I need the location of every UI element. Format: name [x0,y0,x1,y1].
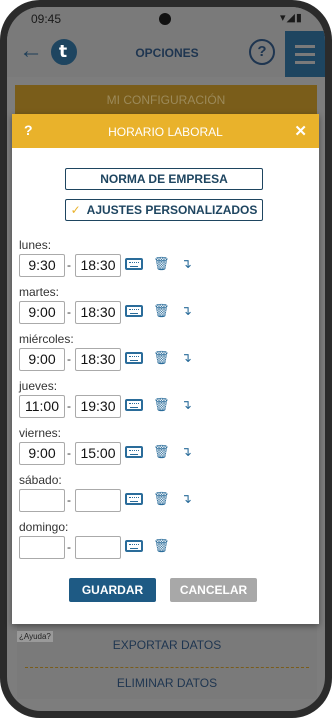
menu-bar-icon [295,61,315,64]
keyboard-icon[interactable] [125,493,143,505]
page-title: OPCIONES [135,46,199,60]
export-data-button[interactable]: EXPORTAR DATOS [17,633,317,657]
trash-icon[interactable]: 🗑 [153,397,170,413]
start-time-input[interactable] [19,489,65,512]
time-separator: - [67,399,71,413]
day-row-saturday: sábado: - 🗑 ↴ [19,473,309,521]
company-norm-button[interactable]: NORMA DE EMPRESA [65,168,263,190]
close-icon[interactable]: ✕ [294,122,307,140]
trash-icon[interactable]: 🗑 [153,256,170,272]
cancel-button[interactable]: CANCELAR [170,578,257,602]
end-time-input[interactable] [75,489,121,512]
app-bar: ← t OPCIONES ? [7,31,325,77]
end-time-input[interactable]: 18:30 [75,301,121,324]
day-label: sábado: [19,473,62,487]
day-label: viernes: [19,426,62,440]
end-time-input[interactable] [75,536,121,559]
end-time-input[interactable]: 15:00 [75,442,121,465]
dialog-help-button[interactable]: ? [24,122,33,138]
status-bar: 09:45 ▾◢▮ [7,7,325,31]
copy-down-icon[interactable]: ↴ [181,491,192,507]
end-time-input[interactable]: 18:30 [75,254,121,277]
keyboard-icon[interactable] [125,540,143,552]
menu-bar-icon [295,53,315,56]
copy-down-icon[interactable]: ↴ [181,303,192,319]
delete-data-button[interactable]: ELIMINAR DATOS [17,671,317,695]
check-icon: ✓ [70,203,81,217]
day-row-monday: lunes: 9:30 - 18:30 🗑 ↴ [19,238,309,286]
day-row-sunday: domingo: - 🗑 [19,520,309,568]
keyboard-icon[interactable] [125,352,143,364]
copy-down-icon[interactable]: ↴ [181,444,192,460]
camera-icon [159,13,171,25]
status-icons: ▾◢▮ [279,12,303,24]
keyboard-icon[interactable] [125,258,143,270]
trash-icon[interactable]: 🗑 [153,538,170,554]
day-row-thursday: jueves: 11:00 - 19:30 🗑 ↴ [19,379,309,427]
day-label: domingo: [19,520,69,534]
copy-down-icon[interactable]: ↴ [181,350,192,366]
custom-settings-button[interactable]: ✓ AJUSTES PERSONALIZADOS [65,199,263,221]
day-label: jueves: [19,379,58,393]
day-label: martes: [19,285,60,299]
end-time-input[interactable]: 18:30 [75,348,121,371]
start-time-input[interactable]: 9:00 [19,348,65,371]
keyboard-icon[interactable] [125,446,143,458]
keyboard-icon[interactable] [125,399,143,411]
phone-frame: 09:45 ▾◢▮ ← t OPCIONES ? MI CONFIGURACIÓ… [0,0,332,718]
start-time-input[interactable]: 11:00 [19,395,65,418]
day-label: lunes: [19,238,52,252]
menu-bar-icon [295,45,315,48]
app-logo-icon: t [51,39,77,65]
time-separator: - [67,352,71,366]
trash-icon[interactable]: 🗑 [153,350,170,366]
start-time-input[interactable]: 9:00 [19,442,65,465]
menu-button[interactable] [285,31,325,77]
day-label: miércoles: [19,332,74,346]
time-separator: - [67,305,71,319]
back-arrow-icon[interactable]: ← [19,39,43,63]
start-time-input[interactable]: 9:00 [19,301,65,324]
end-time-input[interactable]: 19:30 [75,395,121,418]
help-button[interactable]: ? [249,39,275,65]
my-configuration-button[interactable]: MI CONFIGURACIÓN [15,85,317,115]
dialog-title: HORARIO LABORAL [108,125,223,139]
save-button[interactable]: GUARDAR [69,578,156,602]
logo-letter: t [59,42,68,62]
copy-down-icon[interactable]: ↴ [181,256,192,272]
keyboard-icon[interactable] [125,305,143,317]
time-separator: - [67,258,71,272]
work-schedule-dialog: ? HORARIO LABORAL ✕ NORMA DE EMPRESA ✓ AJ… [12,114,319,624]
day-row-friday: viernes: 9:00 - 15:00 🗑 ↴ [19,426,309,474]
dialog-header: ? HORARIO LABORAL ✕ [12,114,319,148]
time-separator: - [67,493,71,507]
data-actions-panel: ¿Ayuda? EXPORTAR DATOS ELIMINAR DATOS [17,625,317,699]
custom-settings-label: AJUSTES PERSONALIZADOS [86,203,258,217]
divider [25,667,309,668]
copy-down-icon[interactable]: ↴ [181,397,192,413]
trash-icon[interactable]: 🗑 [153,303,170,319]
start-time-input[interactable] [19,536,65,559]
time-separator: - [67,446,71,460]
trash-icon[interactable]: 🗑 [153,491,170,507]
time-separator: - [67,540,71,554]
trash-icon[interactable]: 🗑 [153,444,170,460]
start-time-input[interactable]: 9:30 [19,254,65,277]
status-time: 09:45 [31,12,62,26]
day-row-tuesday: martes: 9:00 - 18:30 🗑 ↴ [19,285,309,333]
day-row-wednesday: miércoles: 9:00 - 18:30 🗑 ↴ [19,332,309,380]
